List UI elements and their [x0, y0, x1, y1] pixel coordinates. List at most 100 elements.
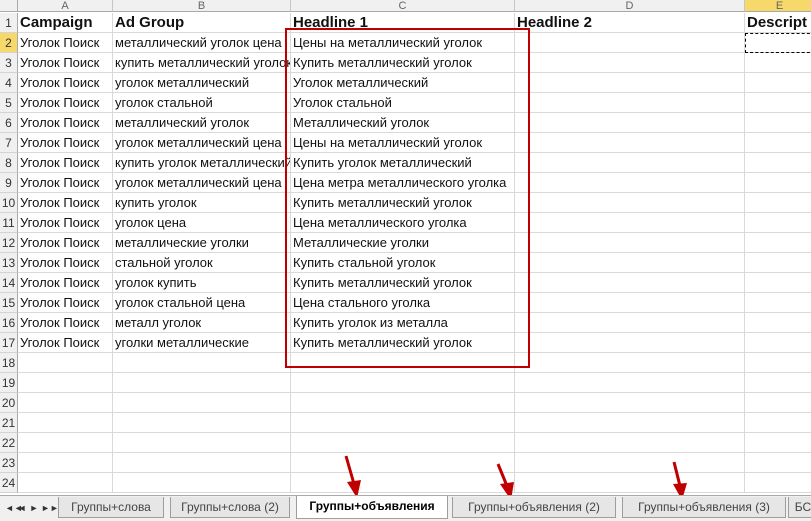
- table-cell-headline2[interactable]: [515, 413, 745, 433]
- sheet-tab[interactable]: Группы+слова: [58, 497, 164, 518]
- table-cell-ad-group[interactable]: [113, 393, 291, 413]
- table-cell-headline2[interactable]: [515, 453, 745, 473]
- row-header[interactable]: 20: [0, 393, 18, 413]
- table-cell-ad-group[interactable]: металлический уголок: [113, 113, 291, 133]
- table-cell-headline1[interactable]: [291, 473, 515, 493]
- table-cell-ad-group[interactable]: металл уголок: [113, 313, 291, 333]
- table-cell-headline2[interactable]: [515, 373, 745, 393]
- table-cell-campaign[interactable]: Уголок Поиск: [18, 333, 113, 353]
- table-cell-ad-group[interactable]: [113, 473, 291, 493]
- table-cell-campaign[interactable]: [18, 373, 113, 393]
- table-cell-headline1[interactable]: [291, 393, 515, 413]
- table-cell-description[interactable]: [745, 453, 811, 473]
- table-cell-headline2[interactable]: [515, 393, 745, 413]
- row-header[interactable]: 16: [0, 313, 18, 333]
- table-cell-ad-group[interactable]: [113, 433, 291, 453]
- row-header[interactable]: 2: [0, 33, 18, 53]
- table-cell-campaign[interactable]: [18, 473, 113, 493]
- row-header[interactable]: 8: [0, 153, 18, 173]
- table-cell-campaign[interactable]: Уголок Поиск: [18, 233, 113, 253]
- table-cell-campaign[interactable]: [18, 393, 113, 413]
- table-cell-headline2[interactable]: [515, 353, 745, 373]
- select-all-corner[interactable]: [0, 0, 18, 12]
- spreadsheet-grid[interactable]: ABCDE 1 2 3 4 5 6 7 8 9 10 11 12 13 14 15 16 17 18 19 20 21 2…: [0, 0, 811, 495]
- table-cell-headline2[interactable]: [515, 93, 745, 113]
- table-cell-headline2[interactable]: [515, 233, 745, 253]
- sheet-tab[interactable]: Группы+объявления: [296, 496, 448, 519]
- table-cell-ad-group[interactable]: уголок купить: [113, 273, 291, 293]
- row-header[interactable]: 23: [0, 453, 18, 473]
- table-cell-headline2[interactable]: [515, 433, 745, 453]
- table-cell-description[interactable]: [745, 273, 811, 293]
- table-cell-headline2[interactable]: [515, 313, 745, 333]
- sheet-tab[interactable]: Группы+объявления (3): [622, 497, 786, 518]
- sheet-nav-button[interactable]: ►: [29, 502, 39, 514]
- table-cell-headline2[interactable]: [515, 113, 745, 133]
- table-cell-ad-group[interactable]: металлические уголки: [113, 233, 291, 253]
- table-cell-headline2[interactable]: [515, 253, 745, 273]
- table-cell-description[interactable]: [745, 353, 811, 373]
- table-cell-campaign[interactable]: Уголок Поиск: [18, 173, 113, 193]
- row-header[interactable]: 7: [0, 133, 18, 153]
- table-cell-campaign[interactable]: [18, 433, 113, 453]
- table-cell-ad-group[interactable]: [113, 373, 291, 393]
- table-cell-description[interactable]: [745, 413, 811, 433]
- row-header[interactable]: 12: [0, 233, 18, 253]
- header-cell-description[interactable]: Descript: [745, 13, 811, 33]
- column-header-b[interactable]: B: [113, 0, 291, 12]
- table-cell-campaign[interactable]: Уголок Поиск: [18, 253, 113, 273]
- table-cell-ad-group[interactable]: уголок цена: [113, 213, 291, 233]
- table-cell-ad-group[interactable]: купить металлический уголок: [113, 53, 291, 73]
- column-header-a[interactable]: A: [18, 0, 113, 12]
- table-cell-campaign[interactable]: Уголок Поиск: [18, 53, 113, 73]
- table-cell-campaign[interactable]: Уголок Поиск: [18, 313, 113, 333]
- table-cell-description[interactable]: [745, 73, 811, 93]
- table-cell-headline2[interactable]: [515, 273, 745, 293]
- table-cell-ad-group[interactable]: уголки металлические: [113, 333, 291, 353]
- table-cell-campaign[interactable]: [18, 353, 113, 373]
- table-cell-campaign[interactable]: [18, 453, 113, 473]
- table-cell-campaign[interactable]: Уголок Поиск: [18, 133, 113, 153]
- row-header[interactable]: 21: [0, 413, 18, 433]
- table-cell-headline1[interactable]: [291, 453, 515, 473]
- sheet-nav-button[interactable]: ◄◄: [5, 502, 23, 514]
- header-cell-headline2[interactable]: Headline 2: [515, 13, 745, 33]
- table-cell-campaign[interactable]: Уголок Поиск: [18, 73, 113, 93]
- sheet-tab[interactable]: БС: [788, 497, 811, 518]
- row-header[interactable]: 9: [0, 173, 18, 193]
- sheet-tab[interactable]: Группы+объявления (2): [452, 497, 616, 518]
- row-header[interactable]: 4: [0, 73, 18, 93]
- row-header[interactable]: 11: [0, 213, 18, 233]
- table-cell-headline1[interactable]: [291, 433, 515, 453]
- table-cell-headline2[interactable]: [515, 293, 745, 313]
- header-cell-campaign[interactable]: Campaign: [18, 13, 113, 33]
- column-header-c[interactable]: C: [291, 0, 515, 12]
- table-cell-headline2[interactable]: [515, 473, 745, 493]
- row-header[interactable]: 18: [0, 353, 18, 373]
- table-cell-ad-group[interactable]: [113, 413, 291, 433]
- table-cell-description[interactable]: [745, 313, 811, 333]
- table-cell-description[interactable]: [745, 213, 811, 233]
- table-cell-campaign[interactable]: Уголок Поиск: [18, 213, 113, 233]
- table-cell-campaign[interactable]: Уголок Поиск: [18, 153, 113, 173]
- row-header[interactable]: 22: [0, 433, 18, 453]
- row-header[interactable]: 14: [0, 273, 18, 293]
- row-header[interactable]: 13: [0, 253, 18, 273]
- table-cell-campaign[interactable]: Уголок Поиск: [18, 273, 113, 293]
- table-cell-description[interactable]: [745, 433, 811, 453]
- table-cell-headline2[interactable]: [515, 213, 745, 233]
- table-cell-campaign[interactable]: Уголок Поиск: [18, 293, 113, 313]
- table-cell-description[interactable]: [745, 113, 811, 133]
- table-cell-ad-group[interactable]: уголок стальной: [113, 93, 291, 113]
- table-cell-description[interactable]: [745, 293, 811, 313]
- table-cell-headline2[interactable]: [515, 33, 745, 53]
- table-cell-description[interactable]: [745, 153, 811, 173]
- header-cell-ad-group[interactable]: Ad Group: [113, 13, 291, 33]
- table-cell-ad-group[interactable]: уголок металлический: [113, 73, 291, 93]
- table-cell-ad-group[interactable]: стальной уголок: [113, 253, 291, 273]
- row-header[interactable]: 6: [0, 113, 18, 133]
- row-header[interactable]: 19: [0, 373, 18, 393]
- table-cell-ad-group[interactable]: купить уголок металлический: [113, 153, 291, 173]
- sheet-tab[interactable]: Группы+слова (2): [170, 497, 290, 518]
- row-header[interactable]: 3: [0, 53, 18, 73]
